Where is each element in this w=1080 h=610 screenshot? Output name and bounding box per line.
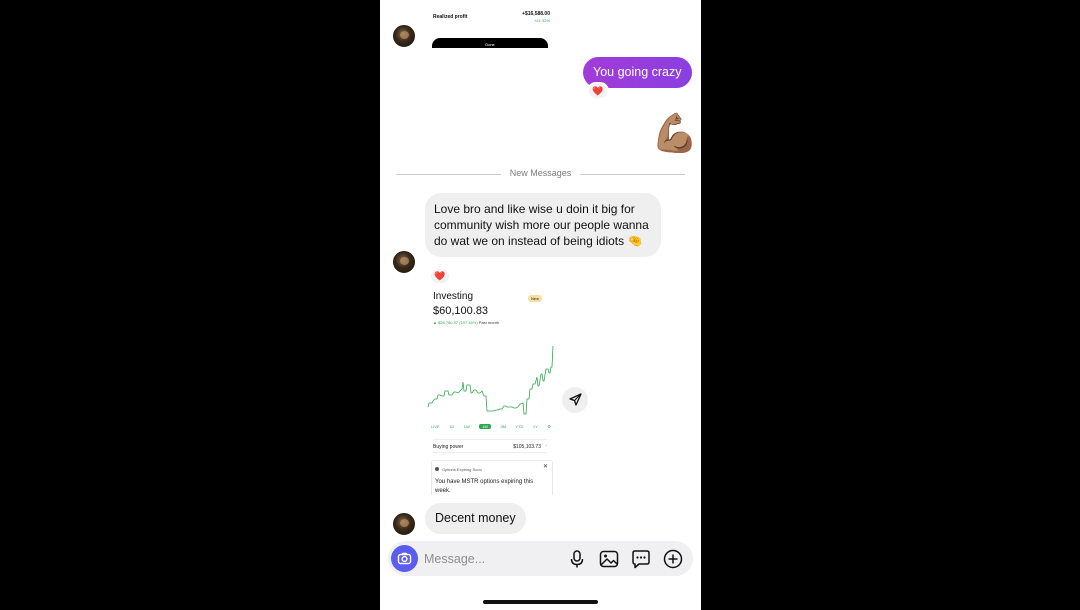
close-icon: ✕ — [542, 464, 548, 470]
share-button[interactable] — [562, 387, 588, 413]
portfolio-line — [427, 345, 554, 415]
shared-profit-card[interactable]: Realized profit +$16,588.00 +41.32% Done — [428, 0, 552, 48]
options-expiring-card: Options Expiring Soon ✕ You have MSTR op… — [431, 460, 553, 495]
realized-profit-value: +$16,588.00 — [522, 11, 550, 17]
buying-power-value: $105,103.73 — [513, 444, 541, 450]
gallery-icon — [599, 550, 619, 568]
chevron-right-icon: › — [545, 443, 547, 449]
clock-icon — [435, 467, 439, 471]
realized-profit-percent: +41.32% — [534, 18, 550, 23]
message-composer — [388, 541, 693, 576]
microphone-icon — [570, 550, 584, 568]
change-period: Past month — [478, 320, 500, 325]
home-indicator[interactable] — [483, 600, 598, 604]
avatar[interactable] — [393, 25, 415, 47]
shared-image[interactable]: Investing New $60,100.83 ▲ $26,780.97 (1… — [426, 289, 554, 495]
chart-range-selector: LIVE 1D 1W 1M 3M YTD 1Y ⚙ — [431, 424, 551, 429]
message-input[interactable] — [424, 547, 554, 570]
portfolio-balance: $60,100.83 — [433, 305, 489, 317]
range-1d: 1D — [449, 424, 455, 429]
done-button: Done — [432, 38, 548, 48]
change-amount: ▲ $26,780.97 (107.16%) — [433, 320, 478, 325]
divider-line-right — [580, 174, 685, 175]
range-live: LIVE — [431, 424, 440, 429]
sticker-icon — [632, 550, 650, 569]
incoming-message-bubble[interactable]: Love bro and like wise u doin it big for… — [425, 193, 661, 257]
camera-icon — [397, 552, 412, 565]
flexed-biceps-sticker[interactable]: 💪🏽 — [651, 115, 698, 153]
microphone-button[interactable] — [566, 548, 588, 570]
range-3m: 3M — [500, 424, 506, 429]
realized-profit-label: Realized profit — [433, 14, 468, 20]
chat-screen: Realized profit +$16,588.00 +41.32% Done… — [380, 0, 701, 610]
new-messages-divider: New Messages — [509, 168, 572, 178]
range-ytd: YTD — [515, 424, 524, 429]
portfolio-line-chart — [427, 345, 554, 415]
options-body: You have MSTR options expiring this week… — [435, 479, 534, 494]
camera-button[interactable] — [391, 545, 418, 572]
settings-icon: ⚙ — [547, 424, 551, 429]
sticker-button[interactable] — [630, 548, 652, 570]
plus-button[interactable] — [662, 548, 684, 570]
range-1m: 1M — [479, 424, 491, 429]
heart-reaction[interactable]: ❤️ — [429, 267, 451, 285]
buying-power-row: Buying power $105,103.73 › — [433, 439, 547, 453]
new-badge: New — [528, 295, 543, 302]
range-1y: 1Y — [532, 424, 538, 429]
plus-icon — [663, 549, 683, 569]
incoming-message-bubble[interactable]: Decent money — [425, 503, 526, 534]
avatar[interactable] — [393, 251, 415, 273]
buying-power-label: Buying power — [433, 444, 464, 450]
investing-title: Investing — [433, 291, 474, 302]
portfolio-change: ▲ $26,780.97 (107.16%) Past month — [433, 320, 499, 325]
gallery-button[interactable] — [598, 548, 620, 570]
range-1w: 1W — [463, 424, 470, 429]
avatar[interactable] — [393, 513, 415, 535]
heart-reaction[interactable]: ❤️ — [587, 82, 609, 100]
share-icon — [569, 393, 582, 406]
options-header: Options Expiring Soon — [442, 467, 482, 472]
